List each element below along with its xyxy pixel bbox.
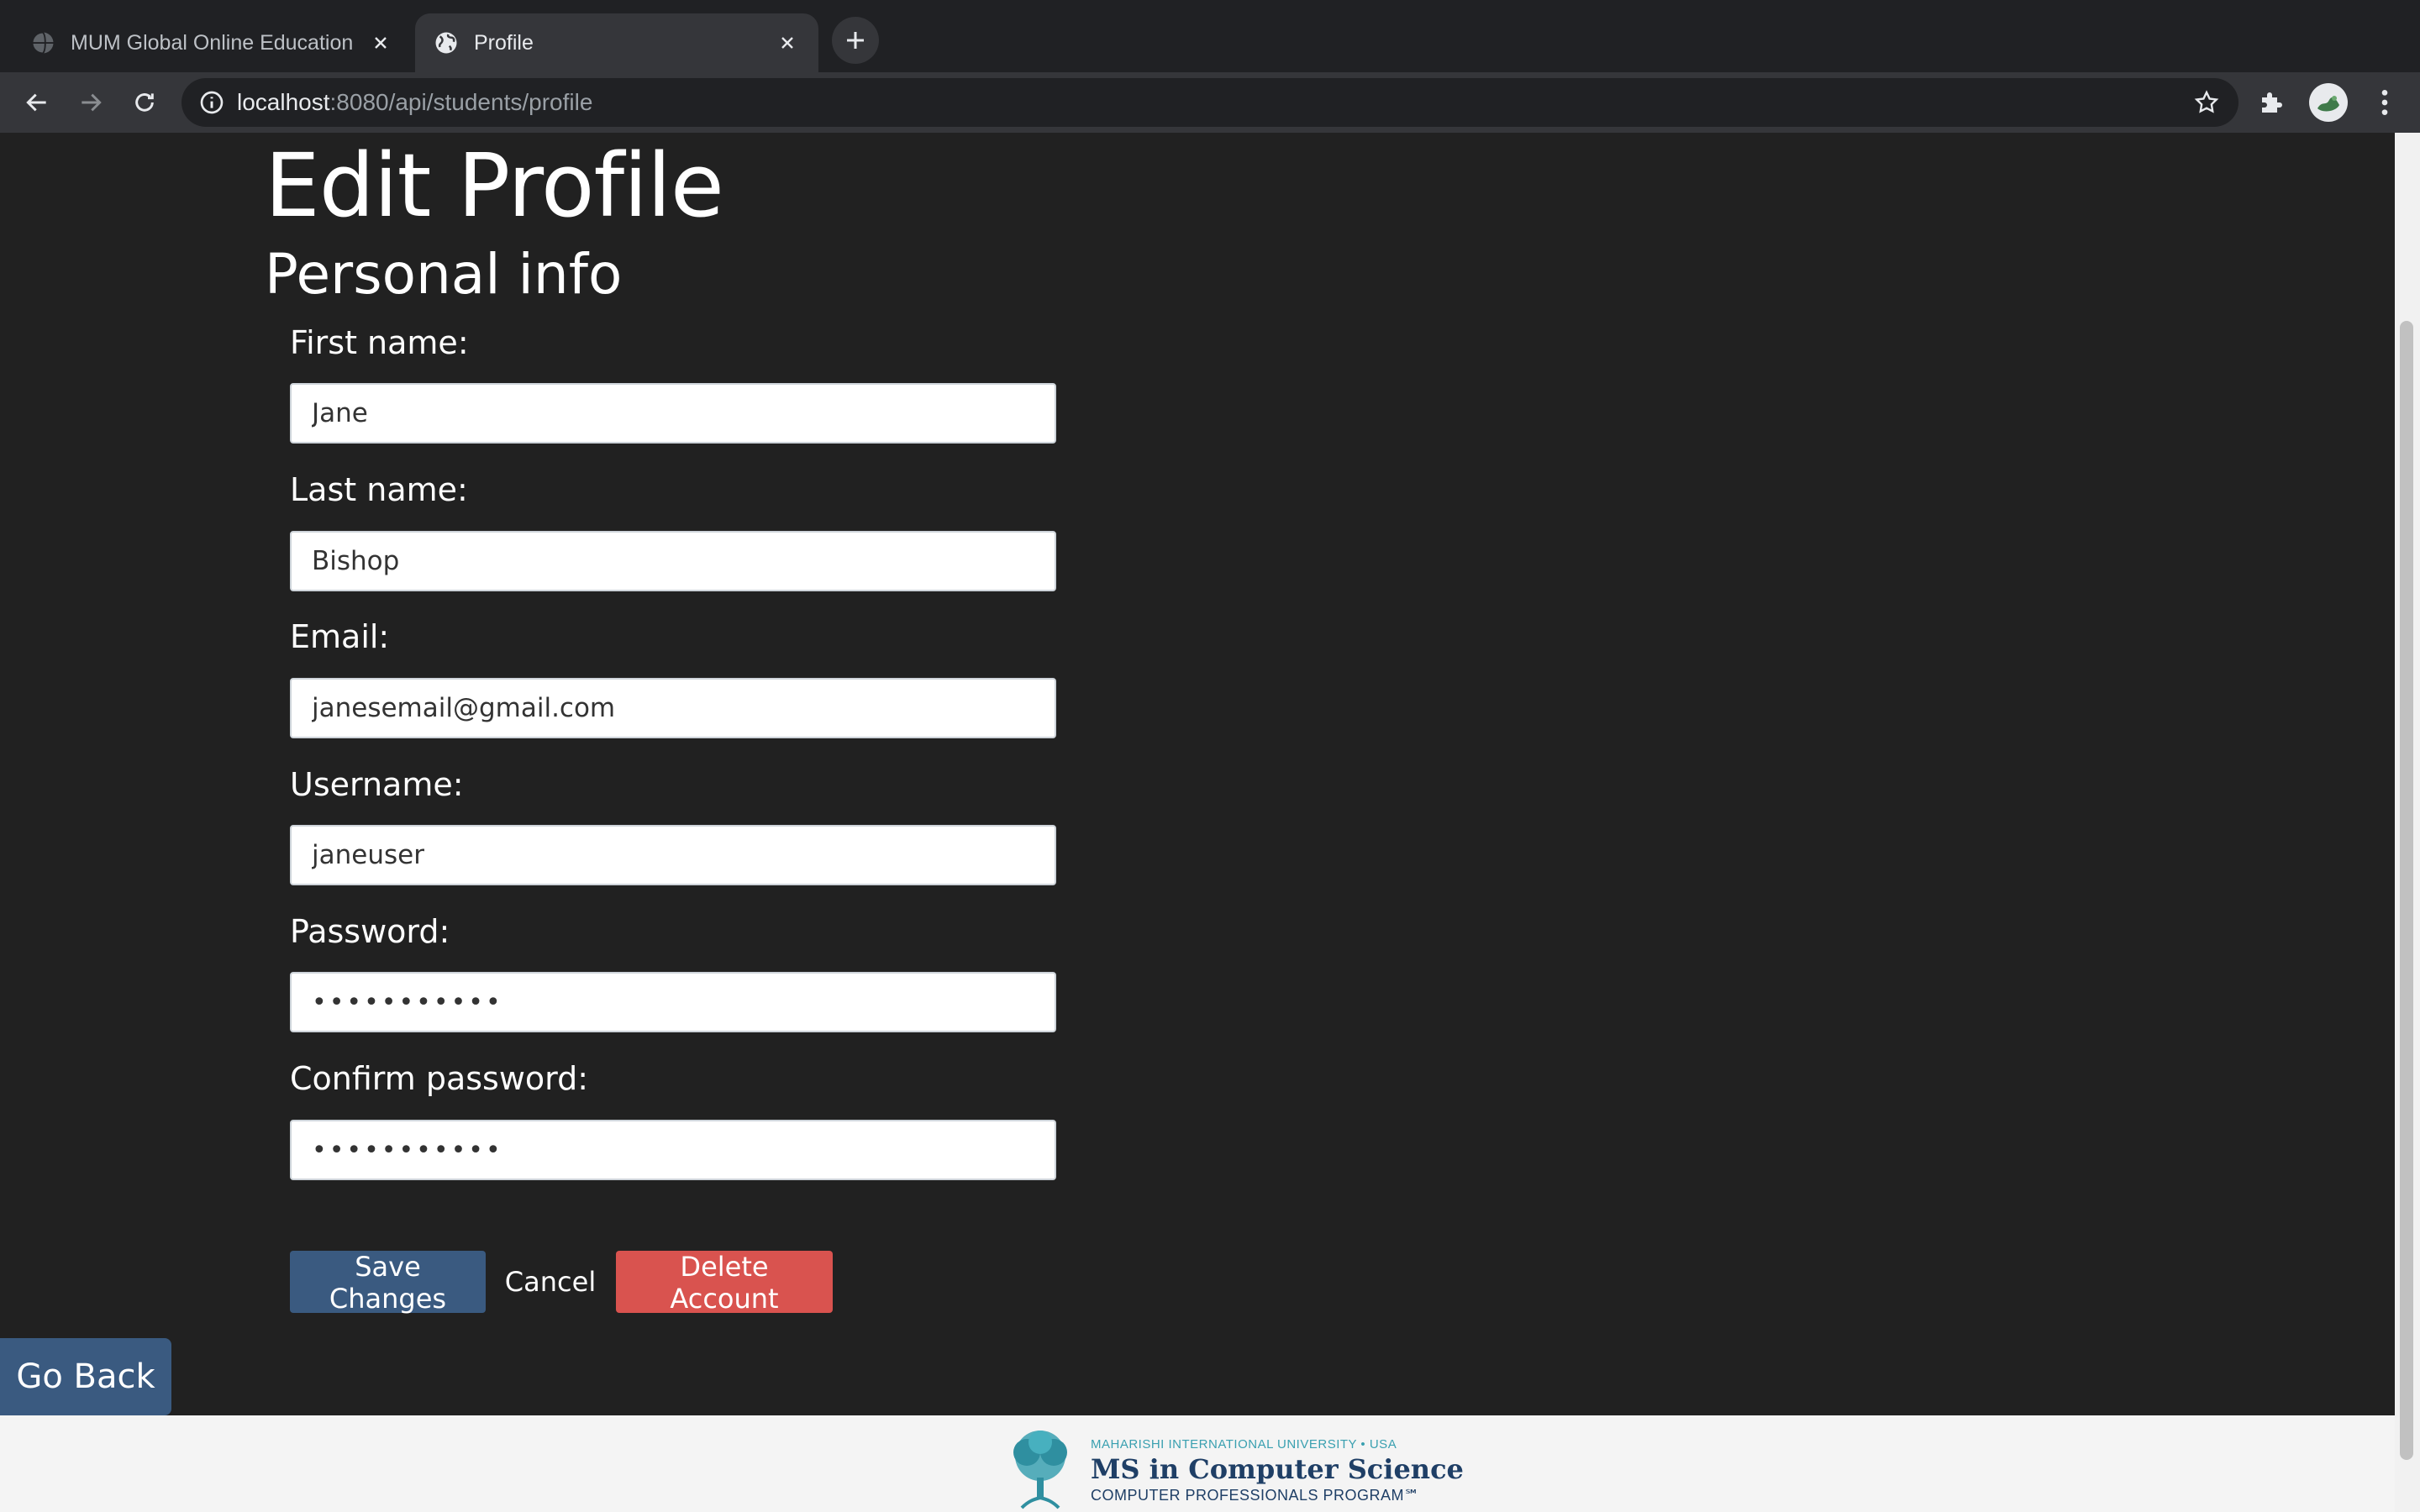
page-footer: MAHARISHI INTERNATIONAL UNIVERSITY • USA… — [0, 1415, 2395, 1512]
save-changes-button[interactable]: Save Changes — [290, 1251, 486, 1315]
puzzle-extensions-icon[interactable] — [2257, 87, 2287, 118]
info-icon[interactable] — [198, 89, 225, 116]
globe-icon — [435, 32, 457, 54]
plus-icon — [847, 32, 864, 49]
section-title: Personal info — [265, 242, 623, 307]
tab-profile[interactable]: Profile — [415, 13, 818, 72]
tab-mum-global[interactable]: MUM Global Online Education — [12, 13, 412, 72]
more-menu-icon[interactable] — [2368, 86, 2402, 119]
username-label: Username: — [290, 766, 464, 803]
mum-cs-logo: MAHARISHI INTERNATIONAL UNIVERSITY • USA… — [997, 1427, 1464, 1511]
tree-logo-icon — [1013, 1431, 1067, 1509]
last-name-label: Last name: — [290, 471, 468, 508]
cancel-button[interactable]: Cancel — [496, 1251, 605, 1313]
close-tab-icon[interactable] — [775, 30, 800, 55]
close-tab-icon[interactable] — [368, 30, 393, 55]
username-input[interactable] — [290, 825, 1056, 885]
go-back-button[interactable]: Go Back — [0, 1338, 171, 1415]
globe-icon — [31, 31, 54, 55]
tab-title: Profile — [474, 30, 534, 55]
bookmark-star-icon[interactable] — [2193, 89, 2220, 116]
email-label: Email: — [290, 618, 390, 655]
url-path: :8080/api/students/profile — [329, 89, 593, 115]
first-name-input[interactable] — [290, 383, 1056, 444]
delete-account-button[interactable]: Delete Account — [616, 1251, 833, 1315]
scrollbar-thumb[interactable] — [2400, 321, 2413, 1460]
page-title: Edit Profile — [265, 134, 724, 237]
logo-program-title: MS in Computer Science — [1091, 1453, 1464, 1485]
browser-tab-bar: MUM Global Online Education Profile — [0, 0, 2420, 72]
reload-button[interactable] — [123, 81, 166, 124]
address-bar[interactable]: localhost:8080/api/students/profile — [182, 78, 2238, 127]
logo-university-line: MAHARISHI INTERNATIONAL UNIVERSITY • USA — [1091, 1437, 1397, 1452]
confirm-password-input[interactable] — [290, 1120, 1056, 1180]
forward-button[interactable] — [69, 81, 113, 124]
tab-title: MUM Global Online Education — [71, 30, 354, 55]
page-viewport: Edit Profile Personal info First name: L… — [0, 133, 2395, 1512]
url-text: localhost:8080/api/students/profile — [237, 89, 592, 116]
logo-program-subtitle: COMPUTER PROFESSIONALS PROGRAM℠ — [1091, 1487, 1420, 1504]
first-name-label: First name: — [290, 324, 469, 361]
confirm-password-label: Confirm password: — [290, 1060, 589, 1097]
new-tab-button[interactable] — [832, 17, 879, 64]
password-label: Password: — [290, 913, 450, 950]
profile-avatar[interactable] — [2309, 83, 2348, 122]
url-host: localhost — [237, 89, 330, 115]
reload-icon — [135, 93, 154, 112]
last-name-input[interactable] — [290, 531, 1056, 591]
password-input[interactable] — [290, 972, 1056, 1032]
browser-toolbar: localhost:8080/api/students/profile — [0, 72, 2420, 133]
arrow-right-icon — [82, 93, 102, 112]
email-input[interactable] — [290, 678, 1056, 738]
back-button[interactable] — [15, 81, 59, 124]
arrow-left-icon — [26, 93, 46, 112]
